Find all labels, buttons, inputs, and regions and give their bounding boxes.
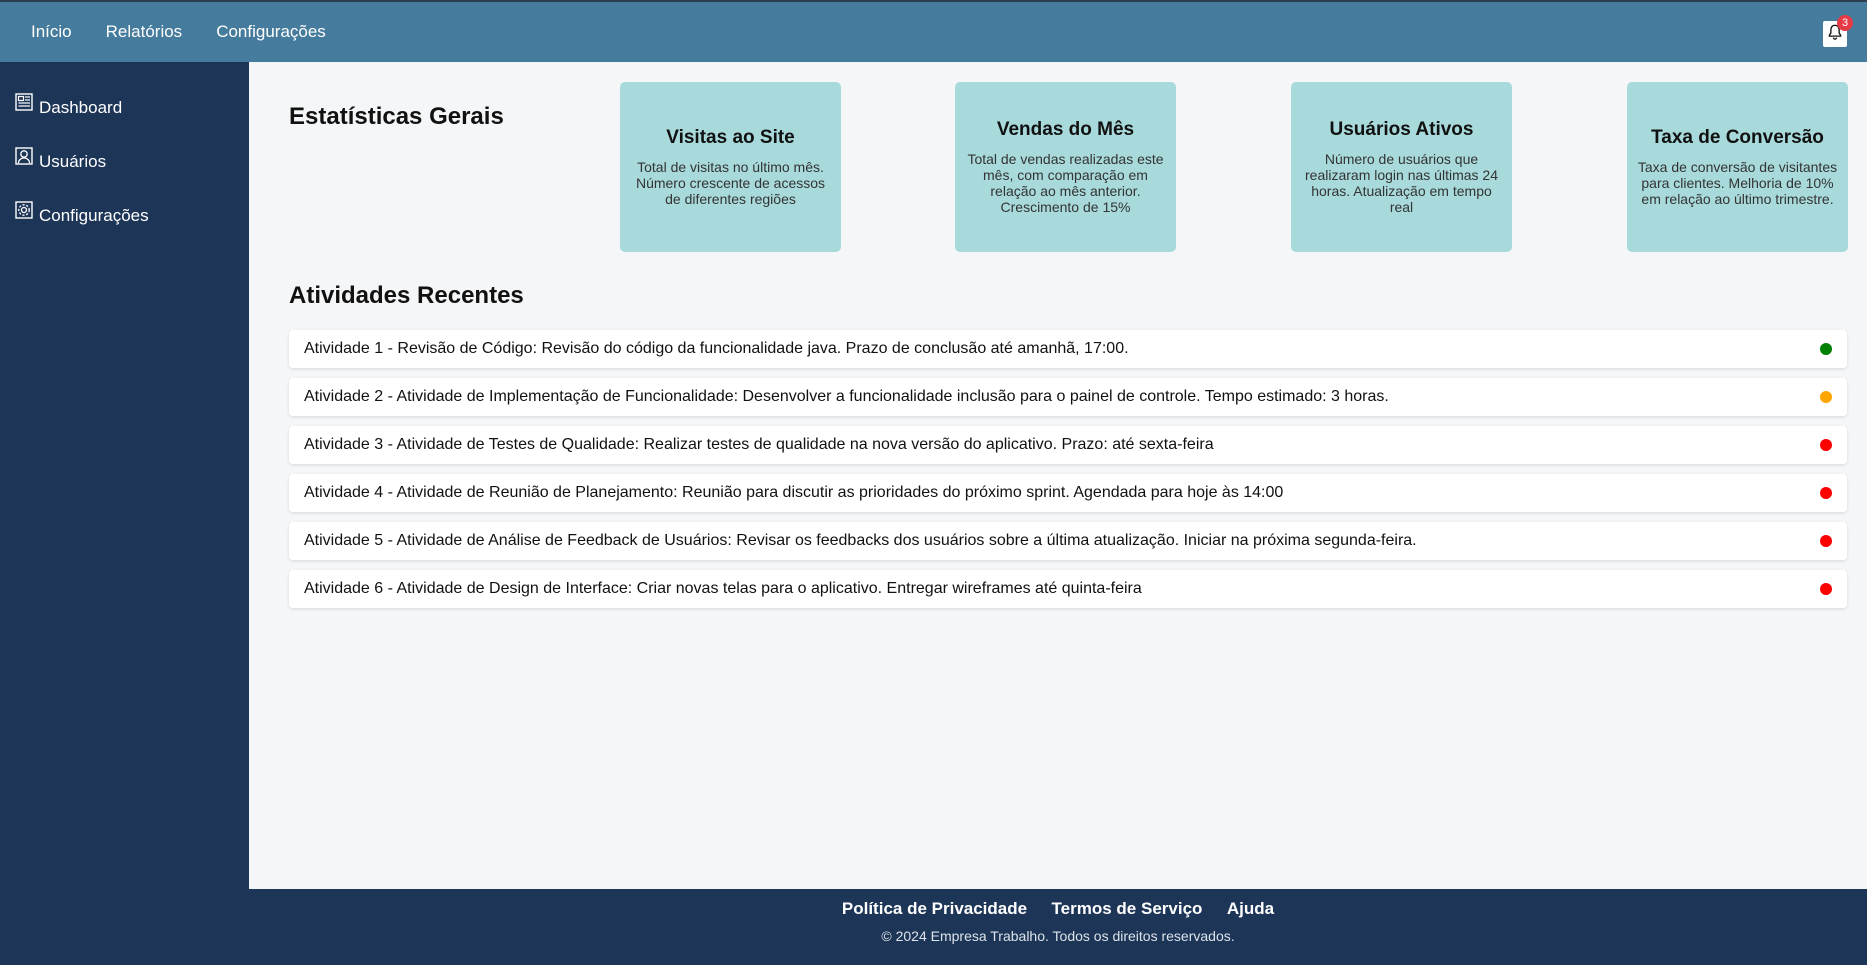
notification-count-badge: 3 — [1837, 15, 1853, 31]
status-dot — [1820, 583, 1832, 595]
status-dot — [1820, 535, 1832, 547]
privacy-policy-link[interactable]: Política de Privacidade — [842, 899, 1027, 918]
stat-card-taxa-conversao: Taxa de Conversão Taxa de conversão de v… — [1627, 82, 1848, 252]
activity-item[interactable]: Atividade 6 - Atividade de Design de Int… — [289, 570, 1847, 608]
stat-card-title: Visitas ao Site — [666, 127, 795, 148]
terms-of-service-link[interactable]: Termos de Serviço — [1052, 899, 1203, 918]
stat-card-text: Taxa de conversão de visitantes para cli… — [1637, 159, 1838, 207]
sidebar-item-configuracoes[interactable]: Configurações — [0, 201, 249, 258]
help-link[interactable]: Ajuda — [1227, 899, 1274, 918]
notification-button[interactable]: 3 — [1823, 15, 1853, 47]
activity-item[interactable]: Atividade 2 - Atividade de Implementação… — [289, 378, 1847, 416]
nav-relatorios[interactable]: Relatórios — [89, 22, 200, 42]
nav-configuracoes[interactable]: Configurações — [199, 22, 343, 42]
activity-text: Atividade 5 - Atividade de Análise de Fe… — [304, 532, 1417, 549]
status-dot — [1820, 391, 1832, 403]
activity-text: Atividade 6 - Atividade de Design de Int… — [304, 580, 1142, 597]
status-dot — [1820, 343, 1832, 355]
footer-links: Política de Privacidade Termos de Serviç… — [249, 889, 1867, 919]
stat-card-usuarios-ativos: Usuários Ativos Número de usuários que r… — [1291, 82, 1512, 252]
status-dot — [1820, 439, 1832, 451]
top-navbar: Início Relatórios Configurações 3 — [0, 0, 1867, 62]
activity-item[interactable]: Atividade 1 - Revisão de Código: Revisão… — [289, 330, 1847, 368]
stat-card-text: Número de usuários que realizaram login … — [1305, 151, 1498, 215]
activity-text: Atividade 4 - Atividade de Reunião de Pl… — [304, 484, 1284, 501]
sidebar-item-label: Dashboard — [39, 98, 123, 117]
status-dot — [1820, 487, 1832, 499]
dashboard-icon — [14, 92, 34, 112]
user-icon — [14, 146, 34, 166]
stat-card-text: Total de vendas realizadas este mês, com… — [967, 151, 1164, 215]
stat-card-title: Usuários Ativos — [1329, 119, 1474, 140]
activities-section-title: Atividades Recentes — [289, 282, 524, 309]
sidebar-item-label: Usuários — [39, 152, 107, 171]
main-content: Estatísticas Gerais Visitas ao Site Tota… — [249, 62, 1867, 889]
activity-text: Atividade 2 - Atividade de Implementação… — [304, 388, 1389, 405]
copyright-text: © 2024 Empresa Trabalho. Todos os direit… — [881, 928, 1235, 944]
sidebar-item-label: Configurações — [39, 206, 149, 225]
activity-item[interactable]: Atividade 5 - Atividade de Análise de Fe… — [289, 522, 1847, 560]
footer: Política de Privacidade Termos de Serviç… — [249, 889, 1867, 965]
nav-inicio[interactable]: Início — [14, 22, 89, 42]
sidebar-item-dashboard[interactable]: Dashboard — [0, 93, 249, 150]
stat-card-text: Total de visitas no último mês. Número c… — [635, 159, 826, 207]
stat-card-title: Taxa de Conversão — [1651, 127, 1824, 148]
activity-text: Atividade 3 - Atividade de Testes de Qua… — [304, 436, 1214, 453]
stat-card-visitas: Visitas ao Site Total de visitas no últi… — [620, 82, 841, 252]
activity-text: Atividade 1 - Revisão de Código: Revisão… — [304, 340, 1129, 357]
sidebar-item-usuarios[interactable]: Usuários — [0, 147, 249, 204]
activity-item[interactable]: Atividade 3 - Atividade de Testes de Qua… — [289, 426, 1847, 464]
activities-list: Atividade 1 - Revisão de Código: Revisão… — [289, 330, 1847, 618]
top-nav: Início Relatórios Configurações — [14, 2, 343, 62]
gear-icon — [14, 200, 34, 220]
stat-card-vendas: Vendas do Mês Total de vendas realizadas… — [955, 82, 1176, 252]
stat-card-title: Vendas do Mês — [996, 119, 1135, 140]
activity-item[interactable]: Atividade 4 - Atividade de Reunião de Pl… — [289, 474, 1847, 512]
sidebar: Dashboard Usuários Configurações — [0, 62, 249, 965]
stats-section-title: Estatísticas Gerais — [289, 103, 504, 130]
